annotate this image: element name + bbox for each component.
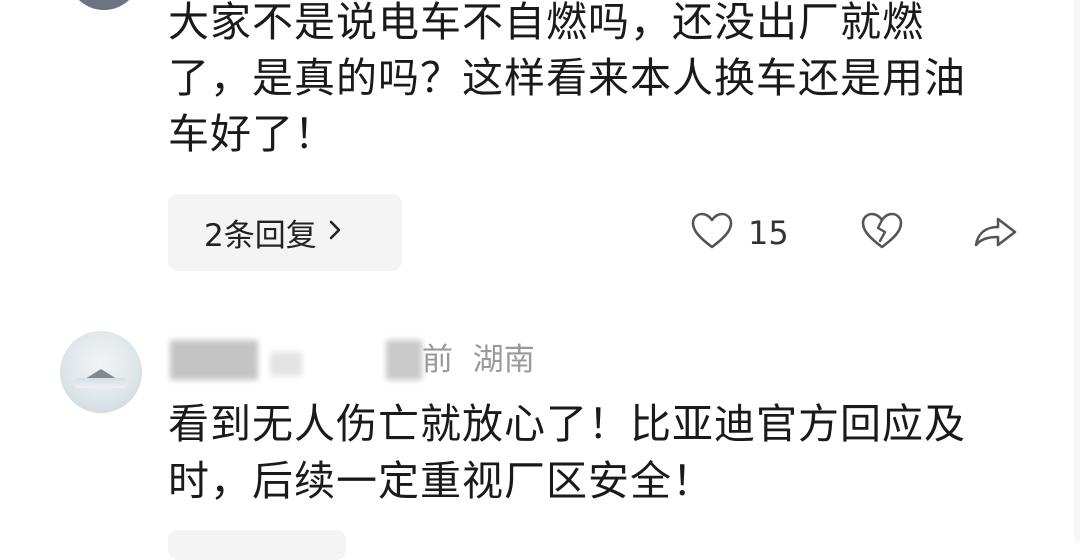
heart-outline-icon [690, 211, 734, 255]
view-replies-button[interactable] [168, 530, 346, 560]
avatar[interactable] [60, 331, 142, 413]
avatar[interactable] [66, 0, 142, 10]
comment-text: 大家不是说电车不自燃吗，还没出厂就燃了，是真的吗？这样看来本人换车还是用油车好了… [168, 0, 966, 158]
like-button[interactable]: 15 [690, 210, 789, 256]
view-replies-button[interactable]: 2条回复 [168, 194, 402, 271]
share-arrow-icon [972, 211, 1020, 255]
chevron-right-icon [327, 215, 343, 250]
blurred-timestamp [386, 340, 422, 380]
reply-count-label: 2条回复 [204, 218, 317, 254]
dislike-button[interactable] [860, 210, 904, 256]
comment-meta: 前 湖南 [422, 342, 535, 378]
scroll-edge [1074, 0, 1080, 543]
comment-text: 看到无人伤亡就放心了！比亚迪官方回应及时，后续一定重视厂区安全！ [168, 400, 966, 505]
share-button[interactable] [972, 210, 1020, 256]
blurred-username [170, 340, 258, 380]
like-count: 15 [748, 214, 789, 252]
broken-heart-icon [860, 211, 904, 255]
blurred-username [270, 352, 302, 376]
